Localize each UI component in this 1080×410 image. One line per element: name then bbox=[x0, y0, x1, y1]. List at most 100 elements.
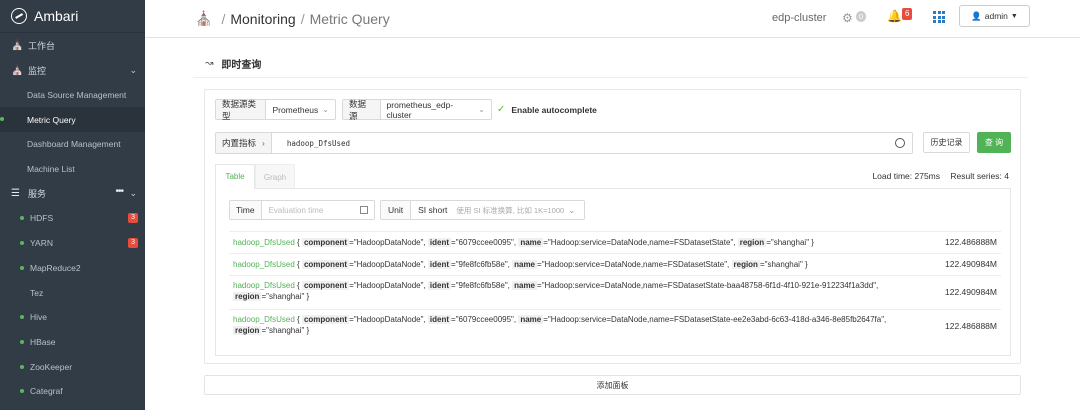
sidebar-item-mapreduce2[interactable]: MapReduce2 bbox=[0, 256, 145, 281]
metric-name: hadoop_DfsUsed bbox=[233, 281, 295, 290]
sidebar-item-label: 监控 bbox=[28, 65, 47, 76]
sidebar-item-hbase[interactable]: HBase bbox=[0, 330, 145, 355]
home-icon: ⛪ bbox=[11, 64, 24, 76]
series-value: 122.486888M bbox=[945, 237, 997, 247]
sidebar-item-label: HBase bbox=[30, 336, 56, 347]
globe-icon[interactable] bbox=[895, 138, 905, 148]
chevron-down-icon: ⌄ bbox=[568, 204, 576, 215]
metric-name: hadoop_DfsUsed bbox=[233, 238, 295, 247]
add-panel-button[interactable]: 添加面板 bbox=[204, 375, 1021, 395]
sidebar-item-label: YARN bbox=[30, 238, 53, 249]
breadcrumb-monitoring[interactable]: Monitoring bbox=[230, 11, 295, 27]
alerts-count-badge: 6 bbox=[902, 8, 913, 20]
query-panel: 数据源类型 Prometheus ⌄ 数据源 prometheus_edp-clu… bbox=[204, 89, 1021, 364]
time-picker[interactable]: Time Evaluation time bbox=[229, 200, 375, 220]
sidebar-item-data-source-management[interactable]: Data Source Management bbox=[0, 83, 145, 108]
result-series: Result series: 4 bbox=[950, 171, 1009, 181]
chevron-down-icon: ⌄ bbox=[129, 64, 137, 75]
sidebar-item-label: Tez bbox=[30, 287, 44, 298]
user-name: admin bbox=[984, 11, 1008, 21]
check-icon: ✓ bbox=[497, 104, 506, 115]
status-dot-icon bbox=[20, 216, 24, 221]
datasource-select[interactable]: 数据源 prometheus_edp-cluster ⌄ bbox=[342, 99, 492, 121]
home-icon: ⛪ bbox=[11, 39, 24, 51]
result-table: Time Evaluation time Unit SI short 使用 SI… bbox=[215, 188, 1011, 356]
brand[interactable]: Ambari bbox=[0, 0, 145, 33]
chevron-down-icon: ⌄ bbox=[478, 105, 485, 114]
datasource-type-select[interactable]: 数据源类型 Prometheus ⌄ bbox=[215, 99, 336, 121]
stack-icon: ☰ bbox=[11, 188, 20, 200]
query-button[interactable]: 查 询 bbox=[977, 132, 1011, 153]
sidebar-item-metric-query[interactable]: Metric Query bbox=[0, 107, 145, 132]
tab-graph[interactable]: Graph bbox=[255, 164, 295, 189]
breadcrumb-metric-query: Metric Query bbox=[309, 10, 390, 27]
table-row: hadoop_DfsUsed { component ="HadoopDataNo… bbox=[229, 309, 1001, 343]
page-title-text: 即时查询 bbox=[221, 60, 262, 71]
query-input[interactable]: hadoop_DfsUsed bbox=[272, 139, 895, 148]
line-chart-icon: ↝ bbox=[205, 58, 214, 69]
alert-badge: 3 bbox=[128, 237, 138, 248]
status-dot-icon bbox=[20, 364, 24, 369]
apps-grid-icon[interactable] bbox=[933, 11, 945, 23]
user-menu-button[interactable]: 👤 admin ▼ bbox=[959, 5, 1030, 27]
datasource-label: 数据源 bbox=[343, 99, 381, 121]
sidebar-item-hdfs[interactable]: HDFS 3 bbox=[0, 206, 145, 231]
sidebar-item-tez[interactable]: Tez bbox=[0, 280, 145, 305]
series-value: 122.490984M bbox=[945, 287, 997, 297]
sidebar-item-workbench[interactable]: ⛪ 工作台 bbox=[0, 33, 145, 58]
chevron-down-icon: ⌄ bbox=[322, 105, 329, 114]
sidebar-item-services[interactable]: ☰ 服务 ••• ⌄ bbox=[0, 181, 145, 206]
builtin-metrics-button[interactable]: 内置指标 › bbox=[216, 133, 272, 153]
sidebar: Ambari ⛪ 工作台 ⛪ 监控 ⌄ Data Source Manageme… bbox=[0, 0, 145, 410]
query-stats: Load time: 275ms Result series: 4 bbox=[864, 171, 1009, 181]
datasource-type-value: Prometheus bbox=[272, 104, 319, 115]
sidebar-item-machine-list[interactable]: Machine List bbox=[0, 157, 145, 182]
builtin-metrics-label: 内置指标 bbox=[222, 138, 257, 148]
gear-icon[interactable]: ⚙ bbox=[842, 11, 853, 25]
series-value: 122.486888M bbox=[945, 321, 997, 331]
series-value: 122.490984M bbox=[945, 259, 997, 269]
result-tabs: Table Graph bbox=[215, 164, 295, 189]
sidebar-item-hive[interactable]: Hive bbox=[0, 305, 145, 330]
more-icon[interactable]: ••• bbox=[115, 186, 123, 197]
series-labels: hadoop_DfsUsed { component ="HadoopDataNo… bbox=[233, 315, 887, 335]
time-placeholder[interactable]: Evaluation time bbox=[262, 206, 360, 215]
unit-value: SI short bbox=[418, 205, 448, 215]
sidebar-item-label: Dashboard Management bbox=[27, 139, 121, 150]
time-label: Time bbox=[230, 201, 262, 219]
calendar-icon[interactable] bbox=[360, 206, 368, 214]
table-row: hadoop_DfsUsed { component ="HadoopDataNo… bbox=[229, 231, 1001, 253]
bell-icon[interactable]: 🔔 bbox=[887, 9, 902, 23]
unit-hint: 使用 SI 标准换算, 比如 1K=1000 bbox=[456, 205, 565, 215]
autocomplete-checkbox[interactable]: ✓ Enable autocomplete bbox=[497, 104, 597, 115]
brand-name: Ambari bbox=[34, 8, 79, 24]
status-dot-icon bbox=[20, 389, 24, 394]
user-icon: 👤 bbox=[971, 10, 982, 21]
sidebar-item-categraf[interactable]: Categraf bbox=[0, 379, 145, 404]
unit-select[interactable]: Unit SI short 使用 SI 标准换算, 比如 1K=1000 ⌄ bbox=[380, 200, 585, 220]
breadcrumb: ⛪ / Monitoring / Metric Query bbox=[195, 10, 390, 27]
history-button[interactable]: 历史记录 bbox=[923, 132, 970, 153]
sidebar-item-monitor[interactable]: ⛪ 监控 ⌄ bbox=[0, 58, 145, 83]
alert-badge: 3 bbox=[128, 213, 138, 224]
page-title: ↝ 即时查询 bbox=[205, 56, 261, 71]
sidebar-item-label: 服务 bbox=[28, 189, 47, 200]
sidebar-item-dashboard-management[interactable]: Dashboard Management bbox=[0, 132, 145, 157]
unit-label: Unit bbox=[381, 201, 412, 219]
sidebar-item-zookeeper[interactable]: ZooKeeper bbox=[0, 354, 145, 379]
caret-down-icon: ▼ bbox=[1010, 12, 1018, 20]
sidebar-item-label: Machine List bbox=[27, 164, 75, 174]
sidebar-item-label: ZooKeeper bbox=[30, 361, 73, 372]
metric-name: hadoop_DfsUsed bbox=[233, 315, 295, 324]
cluster-name: edp-cluster bbox=[772, 12, 827, 24]
tab-table[interactable]: Table bbox=[215, 164, 255, 189]
status-dot-icon bbox=[20, 339, 24, 344]
datasource-type-label: 数据源类型 bbox=[216, 99, 267, 121]
home-icon[interactable]: ⛪ bbox=[195, 10, 212, 27]
sidebar-item-yarn[interactable]: YARN 3 bbox=[0, 231, 145, 256]
top-bar: ⛪ / Monitoring / Metric Query edp-cluste… bbox=[145, 0, 1080, 38]
chevron-right-icon: › bbox=[262, 138, 265, 148]
load-time: Load time: 275ms bbox=[872, 171, 941, 181]
settings-count-badge: 0 bbox=[856, 11, 867, 22]
sidebar-item-label: Metric Query bbox=[27, 114, 76, 125]
